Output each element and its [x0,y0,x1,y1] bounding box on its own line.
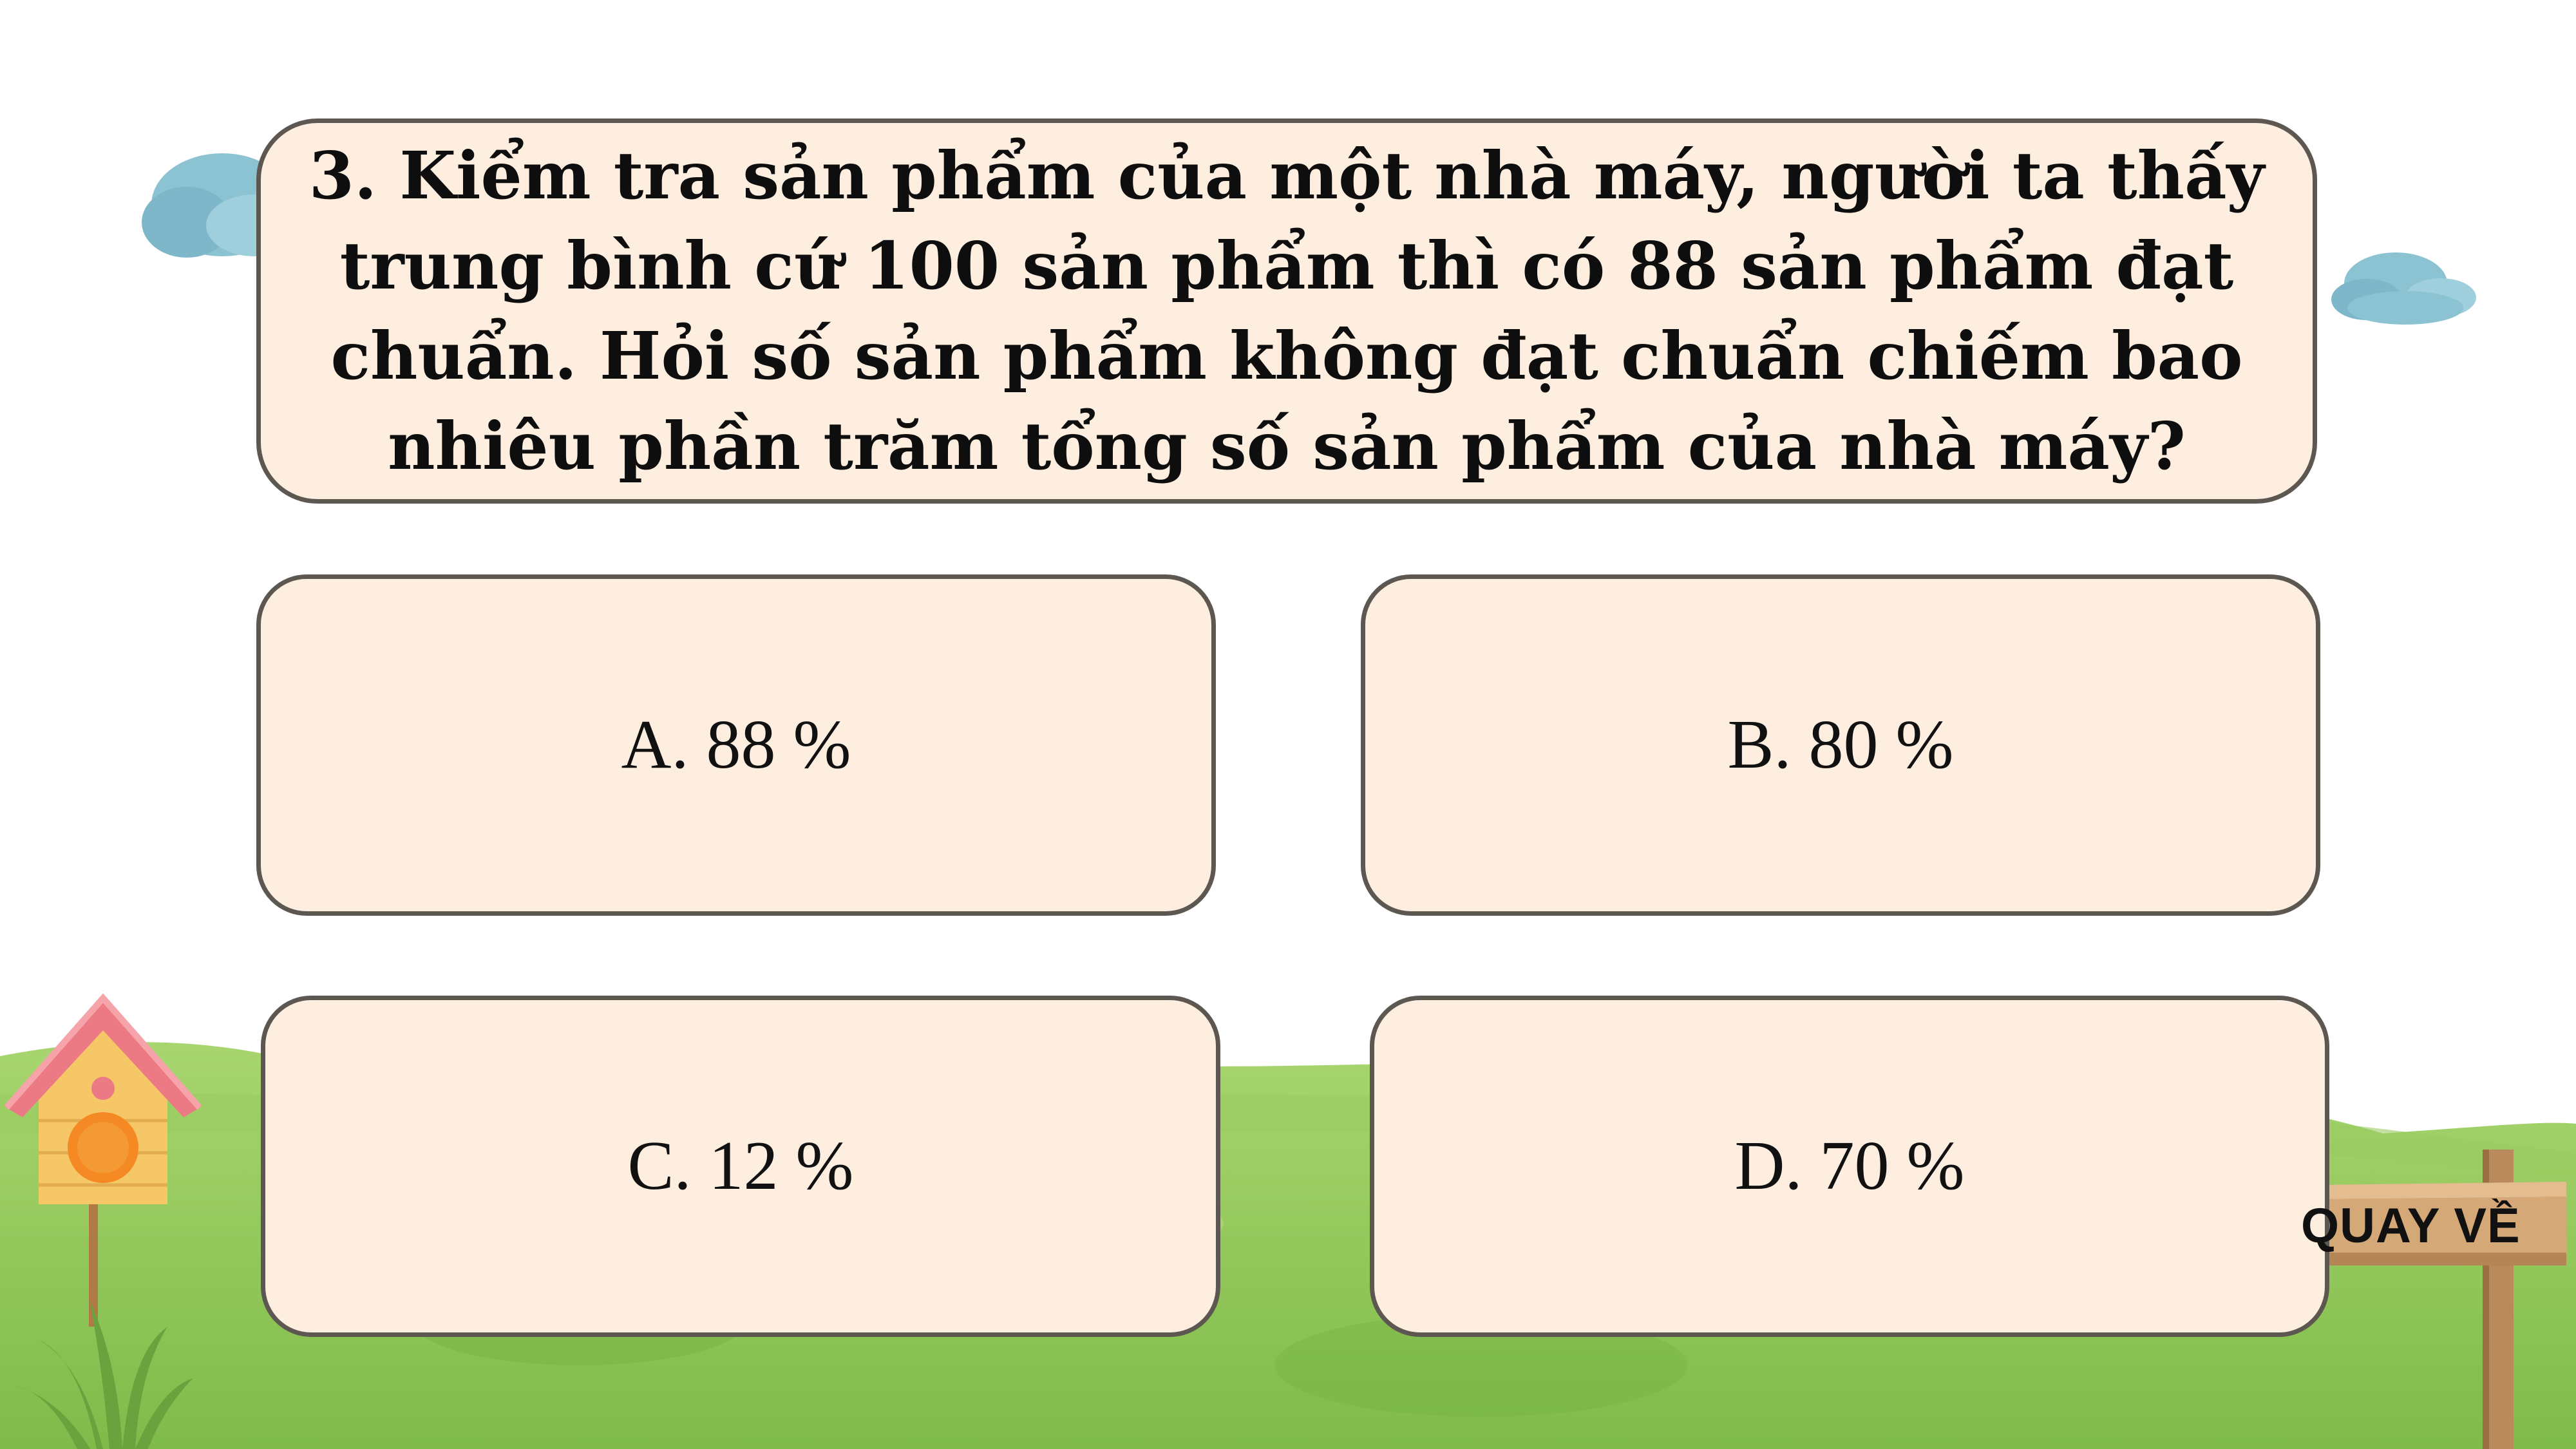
answer-label: A. 88 % [621,706,851,783]
back-button-label: QUAY VỀ [2301,1198,2521,1253]
answer-option-a[interactable]: A. 88 % [256,574,1216,916]
answer-label: C. 12 % [627,1128,854,1204]
answer-option-d[interactable]: D. 70 % [1370,996,2329,1337]
answer-option-b[interactable]: B. 80 % [1361,574,2320,916]
answer-option-c[interactable]: C. 12 % [261,996,1220,1337]
answer-label: D. 70 % [1734,1128,1965,1204]
question-card: 3. Kiểm tra sản phẩm của một nhà máy, ng… [256,118,2317,504]
question-text: 3. Kiểm tra sản phẩm của một nhà máy, ng… [308,137,2265,484]
cloud-icon [2331,252,2476,325]
back-button[interactable]: QUAY VỀ [2225,1146,2576,1449]
slide: 3. Kiểm tra sản phẩm của một nhà máy, ng… [0,0,2576,1449]
answer-label: B. 80 % [1727,706,1954,783]
